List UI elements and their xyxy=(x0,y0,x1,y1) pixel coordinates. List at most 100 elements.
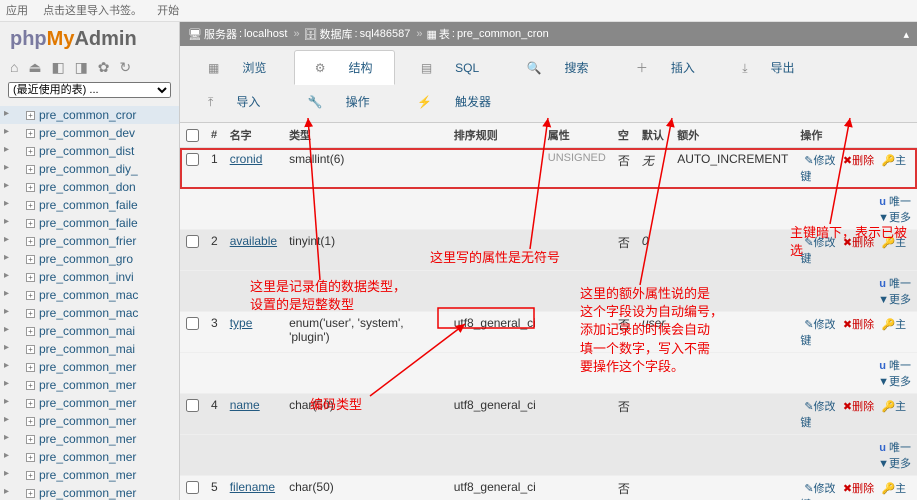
reload-icon[interactable]: ↻ xyxy=(119,59,131,75)
unique-link[interactable]: u 唯一 xyxy=(879,360,911,372)
tree-item[interactable]: +pre_common_mer xyxy=(0,358,179,376)
tab-search[interactable]: 🔍搜索 xyxy=(507,51,611,84)
tree-item[interactable]: +pre_common_faile xyxy=(0,196,179,214)
tree-item[interactable]: +pre_common_mac xyxy=(0,304,179,322)
structure-icon: ⚙ xyxy=(305,57,336,79)
logout-icon[interactable]: ⏏ xyxy=(28,59,41,75)
delete-link[interactable]: ✖删除 xyxy=(843,401,874,413)
browser-topbar: 应用 点击这里导入书签。 开始 xyxy=(0,0,917,22)
tree-item[interactable]: +pre_common_mai xyxy=(0,322,179,340)
tab-export[interactable]: ⤓导出 xyxy=(722,51,816,84)
tree-item[interactable]: +pre_common_mer xyxy=(0,412,179,430)
crumb-db-value[interactable]: sql486587 xyxy=(360,28,411,40)
unique-link[interactable]: u 唯一 xyxy=(879,196,911,208)
tree-item[interactable]: +pre_common_mac xyxy=(0,286,179,304)
delete-link[interactable]: ✖删除 xyxy=(843,483,874,495)
tree-item[interactable]: +pre_common_mer xyxy=(0,376,179,394)
more-link[interactable]: ▼更多 xyxy=(878,294,911,306)
apps-link[interactable]: 应用 xyxy=(6,5,28,17)
col-collation xyxy=(448,230,542,271)
more-link[interactable]: ▼更多 xyxy=(878,458,911,470)
col-type: char(50) xyxy=(283,476,448,500)
tab-browse[interactable]: ▦浏览 xyxy=(188,51,288,84)
hide-icon[interactable]: ▴ xyxy=(903,28,909,41)
th-default: 默认 xyxy=(636,123,671,148)
crumb-server-value[interactable]: localhost xyxy=(244,28,287,40)
tree-item[interactable]: +pre_common_cror xyxy=(0,106,179,124)
tree-item[interactable]: +pre_common_mer xyxy=(0,430,179,448)
breadcrumb: 🖥 服务器: localhost » 🗄 数据库: sql486587 » ▦ … xyxy=(180,22,917,46)
col-name[interactable]: filename xyxy=(230,480,275,494)
settings-icon[interactable]: ✿ xyxy=(98,59,110,75)
tree-item[interactable]: +pre_common_mer xyxy=(0,466,179,484)
recent-select[interactable]: (最近使用的表) ... xyxy=(8,82,171,98)
tree-item[interactable]: +pre_common_faile xyxy=(0,214,179,232)
more-link[interactable]: ▼更多 xyxy=(878,376,911,388)
tab-structure[interactable]: ⚙结构 xyxy=(294,50,396,85)
crumb-db-label[interactable]: 数据库 xyxy=(320,26,353,42)
tree-item[interactable]: +pre_common_frier xyxy=(0,232,179,250)
tab-import[interactable]: ⤒导入 xyxy=(188,85,282,118)
tab-operations[interactable]: 🔧操作 xyxy=(288,85,392,118)
db-tree: +pre_common_cror+pre_common_dev+pre_comm… xyxy=(0,102,179,500)
row-check[interactable] xyxy=(186,317,199,330)
th-num: # xyxy=(205,123,224,148)
tab-insert[interactable]: ＋插入 xyxy=(616,51,717,84)
sql-icon[interactable]: ◧ xyxy=(51,59,64,75)
table-row: 1cronidsmallint(6)UNSIGNED否无AUTO_INCREME… xyxy=(180,148,917,189)
edit-link[interactable]: ✎修改 xyxy=(804,155,835,167)
edit-link[interactable]: ✎修改 xyxy=(804,237,835,249)
sidebar-quick-icons: ⌂ ⏏ ◧ ◨ ✿ ↻ xyxy=(0,57,179,78)
col-default: 无 xyxy=(636,148,671,189)
search-icon: 🔍 xyxy=(517,57,552,79)
col-type: smallint(6) xyxy=(283,148,448,189)
col-name[interactable]: available xyxy=(230,234,277,248)
row-check[interactable] xyxy=(186,235,199,248)
tree-item[interactable]: +pre_common_invi xyxy=(0,268,179,286)
col-default xyxy=(636,476,671,500)
delete-link[interactable]: ✖删除 xyxy=(843,237,874,249)
tree-item[interactable]: +pre_common_mer xyxy=(0,448,179,466)
unique-link[interactable]: u 唯一 xyxy=(879,442,911,454)
row-check[interactable] xyxy=(186,399,199,412)
tree-item[interactable]: +pre_common_dist xyxy=(0,142,179,160)
edit-link[interactable]: ✎修改 xyxy=(804,483,835,495)
docs-icon[interactable]: ◨ xyxy=(75,59,88,75)
tab-triggers[interactable]: ⚡触发器 xyxy=(397,85,513,118)
col-name[interactable]: type xyxy=(230,316,253,330)
th-type: 类型 xyxy=(283,123,448,148)
tree-item[interactable]: +pre_common_gro xyxy=(0,250,179,268)
home-icon[interactable]: ⌂ xyxy=(10,59,18,75)
col-num: 3 xyxy=(205,312,224,353)
tree-item[interactable]: +pre_common_don xyxy=(0,178,179,196)
tree-item[interactable]: +pre_common_diy_ xyxy=(0,160,179,178)
col-collation xyxy=(448,148,542,189)
unique-link[interactable]: u 唯一 xyxy=(879,278,911,290)
row-check[interactable] xyxy=(186,481,199,494)
crumb-table-label[interactable]: 表 xyxy=(439,26,450,42)
delete-link[interactable]: ✖删除 xyxy=(843,319,874,331)
recent-tables[interactable]: (最近使用的表) ... xyxy=(0,78,179,102)
col-ops: ✎修改 ✖删除 🔑主键 xyxy=(794,476,917,500)
crumb-server-label[interactable]: 服务器 xyxy=(204,26,237,42)
tree-item[interactable]: +pre_common_dev xyxy=(0,124,179,142)
check-all[interactable] xyxy=(186,129,199,142)
tree-item[interactable]: +pre_common_mer xyxy=(0,484,179,500)
logo: phpMyAdmin xyxy=(0,22,179,57)
edit-link[interactable]: ✎修改 xyxy=(804,319,835,331)
bookmark-hint: 点击这里导入书签。 xyxy=(43,5,142,17)
delete-link[interactable]: ✖删除 xyxy=(843,155,874,167)
col-name[interactable]: cronid xyxy=(230,152,263,166)
edit-link[interactable]: ✎修改 xyxy=(804,401,835,413)
col-name[interactable]: name xyxy=(230,398,260,412)
col-collation: utf8_general_ci xyxy=(448,476,542,500)
start-link[interactable]: 开始 xyxy=(157,5,179,17)
tree-item[interactable]: +pre_common_mai xyxy=(0,340,179,358)
col-attributes xyxy=(542,312,612,353)
crumb-table-value[interactable]: pre_common_cron xyxy=(457,28,549,40)
tab-sql[interactable]: ▤SQL xyxy=(401,53,501,83)
row-check[interactable] xyxy=(186,153,199,166)
tree-item[interactable]: +pre_common_mer xyxy=(0,394,179,412)
more-link[interactable]: ▼更多 xyxy=(878,212,911,224)
table-row: 3typeenum('user', 'system', 'plugin')utf… xyxy=(180,312,917,353)
